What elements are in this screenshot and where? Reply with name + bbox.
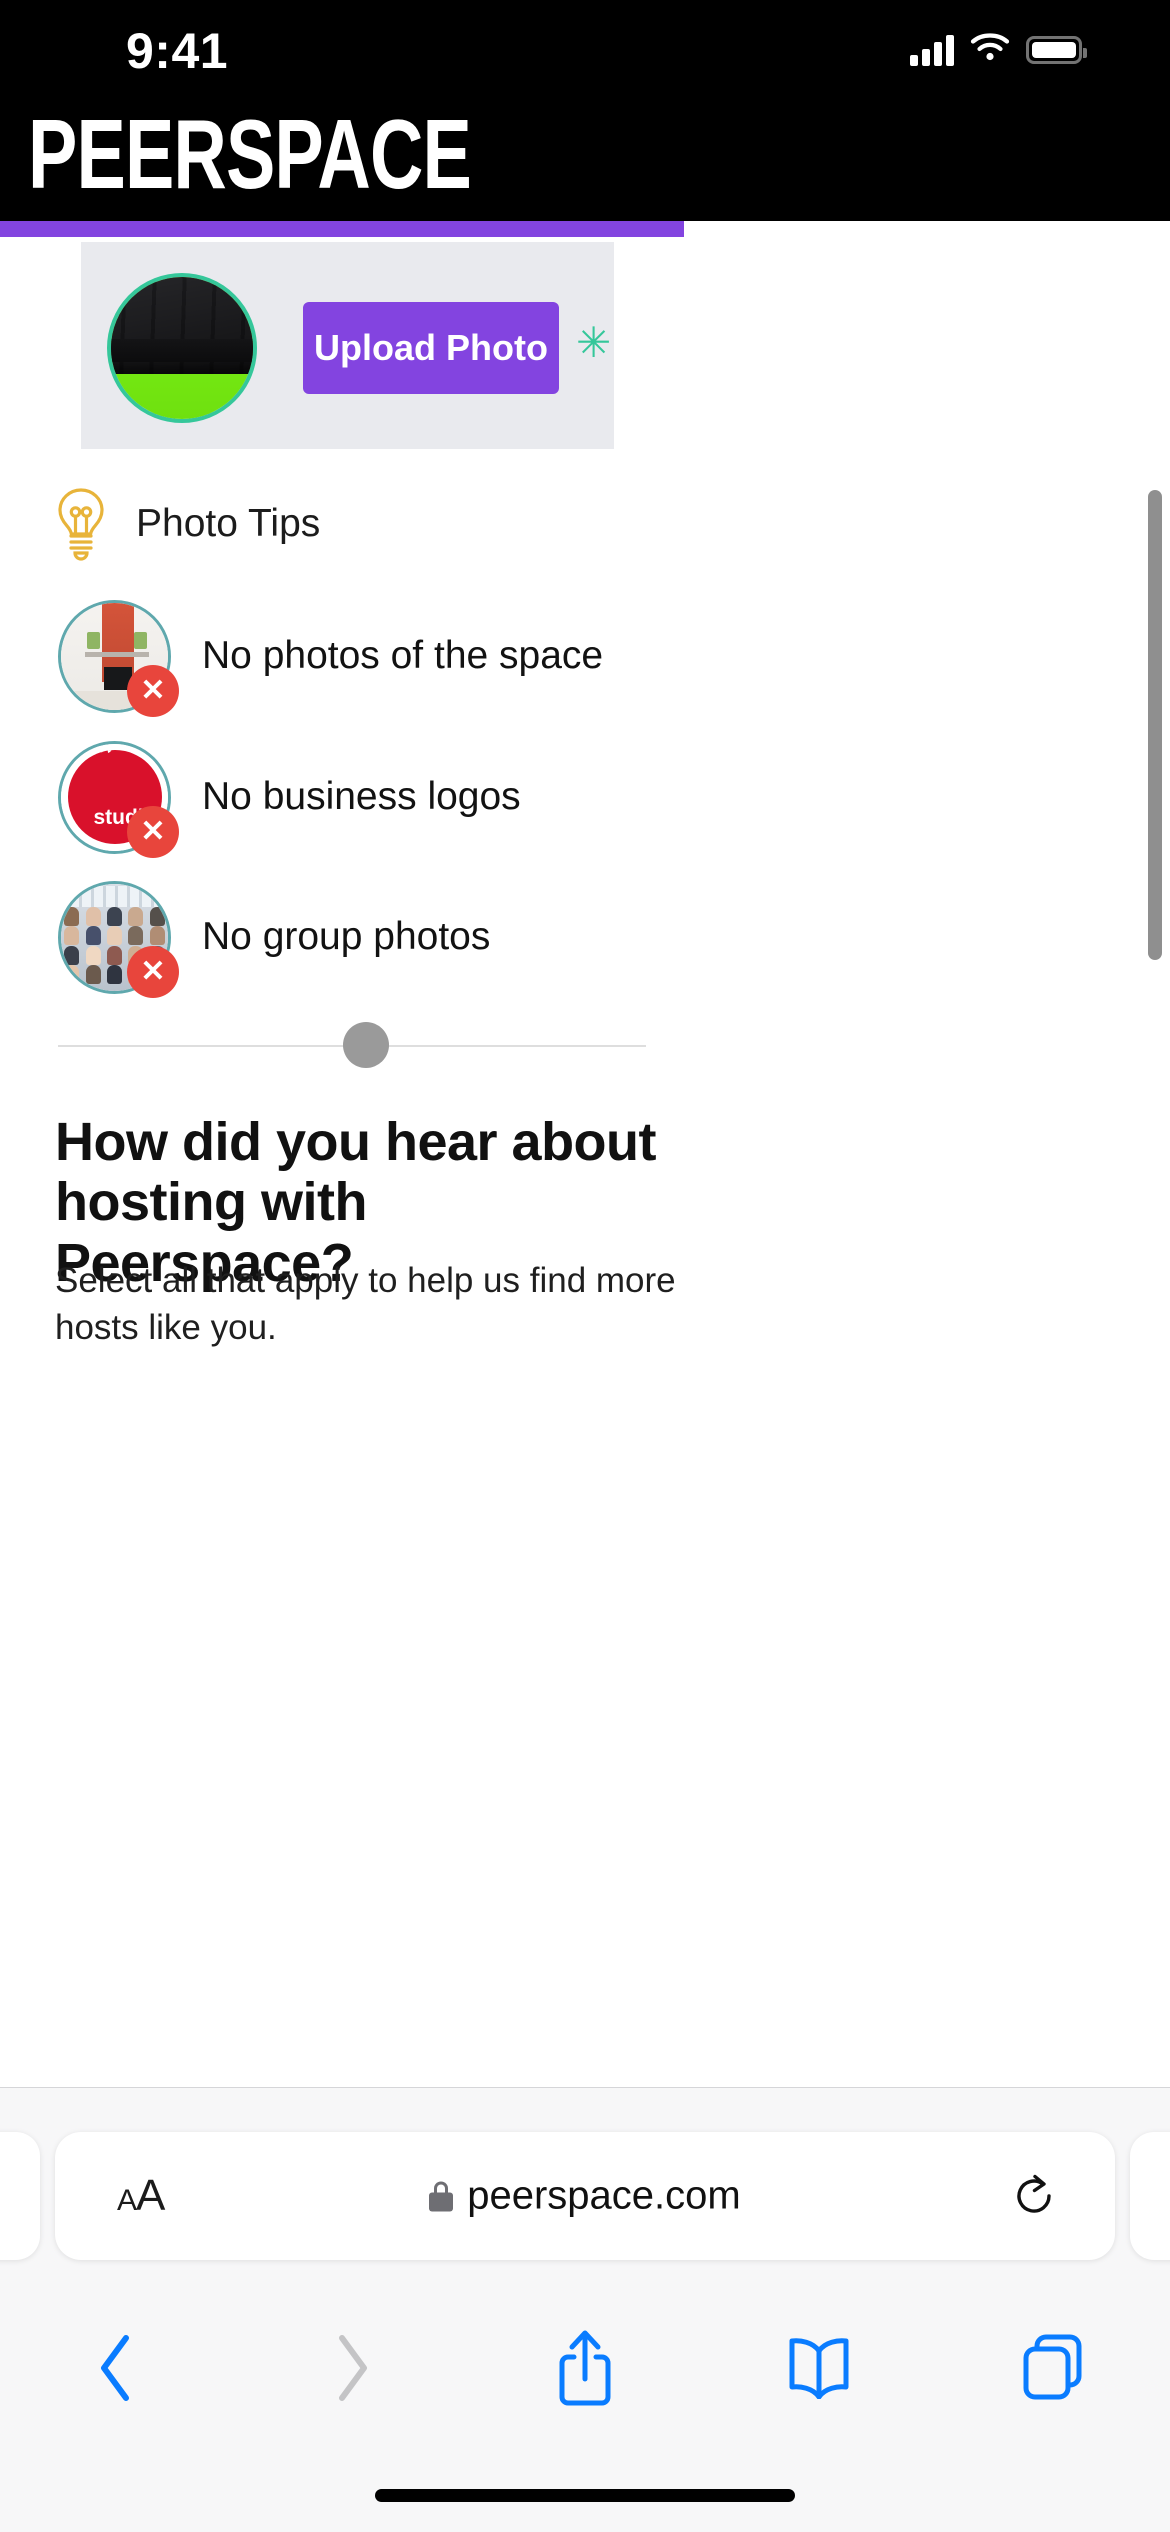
- upload-photo-button[interactable]: Upload Photo: [303, 302, 559, 394]
- page-scrollbar[interactable]: [1148, 490, 1162, 960]
- next-tab-peek[interactable]: [1130, 2132, 1170, 2260]
- lightbulb-icon: [54, 487, 108, 561]
- reload-icon[interactable]: [1011, 2173, 1057, 2219]
- address-bar-content: peerspace.com: [55, 2174, 1115, 2219]
- wifi-icon: [970, 32, 1010, 67]
- photo-tip-row: sintak studio ✕ No business logos: [58, 733, 658, 861]
- bookmarks-button[interactable]: [702, 2293, 936, 2443]
- previous-tab-peek[interactable]: [0, 2132, 40, 2260]
- address-bar[interactable]: AA peerspace.com: [55, 2132, 1115, 2260]
- photo-tips-header: Photo Tips: [54, 487, 320, 561]
- status-bar-indicators: [910, 32, 1087, 67]
- site-header: PEERSPACE: [0, 98, 1170, 221]
- tabs-button[interactable]: [936, 2293, 1170, 2443]
- battery-icon: [1026, 35, 1087, 64]
- photo-tip-row: ✕ No group photos: [58, 873, 658, 1001]
- photo-tip-thumbnail: ✕: [58, 880, 179, 998]
- forward-button[interactable]: [234, 2293, 468, 2443]
- required-asterisk-icon: ✳: [576, 319, 612, 366]
- photo-tip-thumbnail: sintak studio ✕: [58, 740, 179, 858]
- photo-tip-thumbnail: ✕: [58, 599, 179, 717]
- photo-tip-label: No group photos: [202, 915, 491, 958]
- upload-photo-panel: Upload Photo ✳: [81, 242, 614, 449]
- safari-bottom-bar: AA peerspace.com: [0, 2087, 1170, 2532]
- page-progress-bar: [0, 221, 684, 237]
- share-button[interactable]: [468, 2293, 702, 2443]
- cellular-signal-icon: [910, 34, 954, 66]
- home-indicator: [375, 2489, 795, 2502]
- question-subtext: Select all that apply to help us find mo…: [55, 1261, 676, 1348]
- cross-badge-icon: ✕: [127, 805, 179, 858]
- back-button[interactable]: [0, 2293, 234, 2443]
- page-content: Upload Photo ✳ Photo Tips ✕ No photos of…: [0, 237, 1170, 2087]
- cross-badge-icon: ✕: [127, 945, 179, 998]
- avatar-image: [111, 277, 253, 419]
- carousel-scroll-handle[interactable]: [343, 1022, 389, 1068]
- peerspace-logo[interactable]: PEERSPACE: [28, 106, 472, 204]
- lock-icon: [429, 2181, 454, 2211]
- status-bar-time: 9:41: [126, 23, 229, 79]
- cross-badge-icon: ✕: [127, 664, 179, 717]
- status-bar: 9:41: [0, 0, 1170, 98]
- profile-avatar[interactable]: [107, 273, 257, 423]
- url-text: peerspace.com: [467, 2173, 741, 2218]
- photo-tip-label: No business logos: [202, 775, 521, 818]
- browser-toolbar: [0, 2293, 1170, 2443]
- photo-tip-label: No photos of the space: [202, 634, 604, 677]
- photo-tips-title: Photo Tips: [136, 502, 321, 545]
- photo-tip-row: ✕ No photos of the space: [58, 592, 658, 720]
